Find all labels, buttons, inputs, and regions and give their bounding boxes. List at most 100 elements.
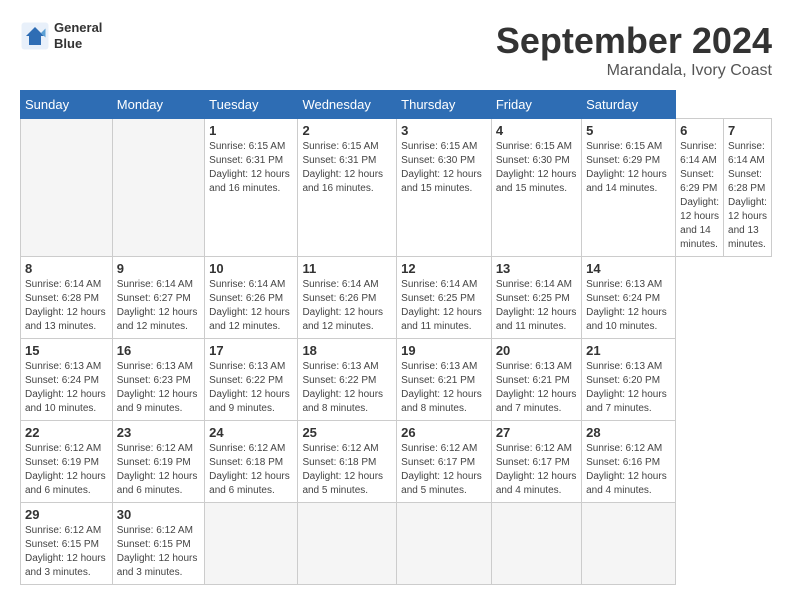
day-info: Sunrise: 6:12 AM Sunset: 6:15 PM Dayligh… [25,524,108,580]
day-info: Sunrise: 6:14 AM Sunset: 6:28 PM Dayligh… [728,140,767,252]
calendar-day-cell: 19 Sunrise: 6:13 AM Sunset: 6:21 PM Dayl… [397,339,492,421]
day-number: 26 [401,425,487,440]
day-info: Sunrise: 6:13 AM Sunset: 6:21 PM Dayligh… [496,360,577,416]
weekday-header: Monday [112,91,204,119]
day-number: 9 [117,261,200,276]
day-number: 14 [586,261,671,276]
calendar-day-cell: 24 Sunrise: 6:12 AM Sunset: 6:18 PM Dayl… [205,421,298,503]
day-info: Sunrise: 6:14 AM Sunset: 6:29 PM Dayligh… [680,140,719,252]
day-info: Sunrise: 6:12 AM Sunset: 6:19 PM Dayligh… [25,442,108,498]
day-info: Sunrise: 6:12 AM Sunset: 6:19 PM Dayligh… [117,442,200,498]
calendar-week-row: 22 Sunrise: 6:12 AM Sunset: 6:19 PM Dayl… [21,421,772,503]
day-number: 7 [728,123,767,138]
calendar-week-row: 8 Sunrise: 6:14 AM Sunset: 6:28 PM Dayli… [21,257,772,339]
day-info: Sunrise: 6:14 AM Sunset: 6:25 PM Dayligh… [496,278,577,334]
calendar-week-row: 15 Sunrise: 6:13 AM Sunset: 6:24 PM Dayl… [21,339,772,421]
logo-line2: Blue [54,36,102,52]
weekday-header: Thursday [397,91,492,119]
day-number: 4 [496,123,577,138]
day-number: 24 [209,425,293,440]
calendar-day-cell: 29 Sunrise: 6:12 AM Sunset: 6:15 PM Dayl… [21,503,113,585]
calendar-day-cell: 12 Sunrise: 6:14 AM Sunset: 6:25 PM Dayl… [397,257,492,339]
calendar-day-cell: 17 Sunrise: 6:13 AM Sunset: 6:22 PM Dayl… [205,339,298,421]
calendar-day-cell [112,119,204,257]
title-section: September 2024 Marandala, Ivory Coast [496,20,772,80]
calendar-day-cell [397,503,492,585]
calendar-day-cell: 18 Sunrise: 6:13 AM Sunset: 6:22 PM Dayl… [298,339,397,421]
weekday-header: Sunday [21,91,113,119]
calendar-day-cell: 11 Sunrise: 6:14 AM Sunset: 6:26 PM Dayl… [298,257,397,339]
day-number: 6 [680,123,719,138]
calendar-day-cell: 13 Sunrise: 6:14 AM Sunset: 6:25 PM Dayl… [491,257,581,339]
day-number: 13 [496,261,577,276]
day-info: Sunrise: 6:14 AM Sunset: 6:26 PM Dayligh… [209,278,293,334]
calendar-day-cell: 28 Sunrise: 6:12 AM Sunset: 6:16 PM Dayl… [582,421,676,503]
calendar-day-cell: 9 Sunrise: 6:14 AM Sunset: 6:27 PM Dayli… [112,257,204,339]
calendar-day-cell: 22 Sunrise: 6:12 AM Sunset: 6:19 PM Dayl… [21,421,113,503]
day-number: 2 [302,123,392,138]
calendar-day-cell: 5 Sunrise: 6:15 AM Sunset: 6:29 PM Dayli… [582,119,676,257]
calendar-day-cell: 26 Sunrise: 6:12 AM Sunset: 6:17 PM Dayl… [397,421,492,503]
day-info: Sunrise: 6:13 AM Sunset: 6:24 PM Dayligh… [25,360,108,416]
day-number: 17 [209,343,293,358]
day-info: Sunrise: 6:13 AM Sunset: 6:24 PM Dayligh… [586,278,671,334]
calendar-day-cell: 25 Sunrise: 6:12 AM Sunset: 6:18 PM Dayl… [298,421,397,503]
logo: General Blue [20,20,102,51]
calendar-day-cell: 30 Sunrise: 6:12 AM Sunset: 6:15 PM Dayl… [112,503,204,585]
calendar-day-cell: 14 Sunrise: 6:13 AM Sunset: 6:24 PM Dayl… [582,257,676,339]
day-info: Sunrise: 6:14 AM Sunset: 6:26 PM Dayligh… [302,278,392,334]
day-number: 18 [302,343,392,358]
day-info: Sunrise: 6:15 AM Sunset: 6:29 PM Dayligh… [586,140,671,196]
calendar-day-cell [298,503,397,585]
day-number: 25 [302,425,392,440]
day-number: 19 [401,343,487,358]
calendar-day-cell: 21 Sunrise: 6:13 AM Sunset: 6:20 PM Dayl… [582,339,676,421]
day-number: 23 [117,425,200,440]
day-info: Sunrise: 6:14 AM Sunset: 6:27 PM Dayligh… [117,278,200,334]
day-info: Sunrise: 6:15 AM Sunset: 6:30 PM Dayligh… [496,140,577,196]
day-info: Sunrise: 6:15 AM Sunset: 6:30 PM Dayligh… [401,140,487,196]
weekday-header: Wednesday [298,91,397,119]
logo-icon [20,21,50,51]
day-info: Sunrise: 6:12 AM Sunset: 6:18 PM Dayligh… [209,442,293,498]
location-title: Marandala, Ivory Coast [496,62,772,80]
day-number: 5 [586,123,671,138]
weekday-header: Tuesday [205,91,298,119]
day-info: Sunrise: 6:12 AM Sunset: 6:17 PM Dayligh… [401,442,487,498]
month-title: September 2024 [496,20,772,62]
calendar-day-cell: 10 Sunrise: 6:14 AM Sunset: 6:26 PM Dayl… [205,257,298,339]
day-number: 30 [117,507,200,522]
day-number: 16 [117,343,200,358]
calendar-day-cell [491,503,581,585]
calendar-day-cell: 1 Sunrise: 6:15 AM Sunset: 6:31 PM Dayli… [205,119,298,257]
day-number: 21 [586,343,671,358]
logo-text: General Blue [54,20,102,51]
calendar-day-cell: 2 Sunrise: 6:15 AM Sunset: 6:31 PM Dayli… [298,119,397,257]
day-info: Sunrise: 6:14 AM Sunset: 6:28 PM Dayligh… [25,278,108,334]
weekday-header: Friday [491,91,581,119]
calendar-day-cell [582,503,676,585]
day-number: 15 [25,343,108,358]
day-info: Sunrise: 6:12 AM Sunset: 6:16 PM Dayligh… [586,442,671,498]
day-info: Sunrise: 6:12 AM Sunset: 6:18 PM Dayligh… [302,442,392,498]
calendar-day-cell: 4 Sunrise: 6:15 AM Sunset: 6:30 PM Dayli… [491,119,581,257]
calendar-day-cell: 23 Sunrise: 6:12 AM Sunset: 6:19 PM Dayl… [112,421,204,503]
day-info: Sunrise: 6:15 AM Sunset: 6:31 PM Dayligh… [209,140,293,196]
calendar-day-cell: 7 Sunrise: 6:14 AM Sunset: 6:28 PM Dayli… [724,119,772,257]
day-number: 3 [401,123,487,138]
day-number: 10 [209,261,293,276]
day-number: 11 [302,261,392,276]
calendar-day-cell: 8 Sunrise: 6:14 AM Sunset: 6:28 PM Dayli… [21,257,113,339]
calendar-day-cell [205,503,298,585]
day-info: Sunrise: 6:13 AM Sunset: 6:21 PM Dayligh… [401,360,487,416]
calendar-week-row: 29 Sunrise: 6:12 AM Sunset: 6:15 PM Dayl… [21,503,772,585]
calendar-table: SundayMondayTuesdayWednesdayThursdayFrid… [20,90,772,585]
day-number: 29 [25,507,108,522]
day-number: 12 [401,261,487,276]
weekday-header-row: SundayMondayTuesdayWednesdayThursdayFrid… [21,91,772,119]
day-info: Sunrise: 6:14 AM Sunset: 6:25 PM Dayligh… [401,278,487,334]
calendar-day-cell: 20 Sunrise: 6:13 AM Sunset: 6:21 PM Dayl… [491,339,581,421]
calendar-day-cell [21,119,113,257]
day-number: 27 [496,425,577,440]
day-number: 8 [25,261,108,276]
